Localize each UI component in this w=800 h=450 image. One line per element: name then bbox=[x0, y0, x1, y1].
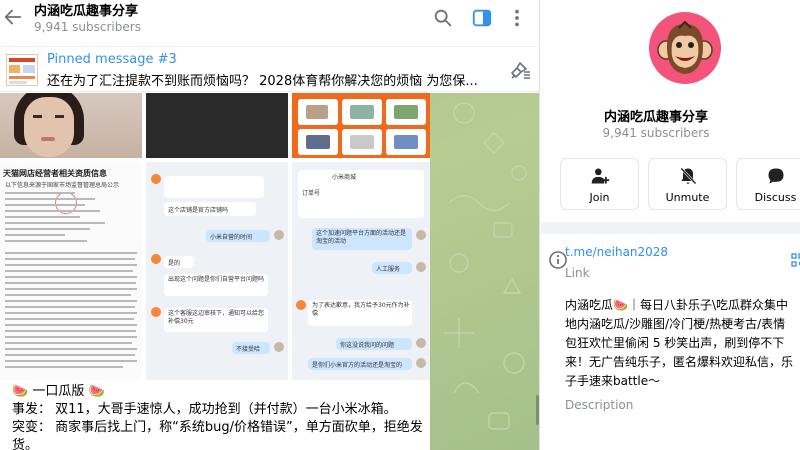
chat-bubble-icon bbox=[768, 168, 783, 184]
channel-post: 天猫网店经营者相关资质信息 以下信息来源于国家市场监督管理总局公示 这个店铺是官… bbox=[0, 93, 430, 450]
description-line: 包狂欢忙里偷闲 5 秒笑出声，刷到停不下 bbox=[565, 336, 785, 350]
photo-chat-screenshot-2[interactable]: 小米商城 订单号 这个加速问题平台方面的活动还是淘宝的活动 人工服务 为了表达歉… bbox=[292, 162, 430, 380]
pinned-label: Pinned message #3 bbox=[47, 52, 177, 67]
pinned-thumbnail bbox=[6, 54, 38, 86]
photo-dark[interactable] bbox=[146, 93, 288, 158]
chat2-bubble-5: 为了表达歉意，我方给予30元作为补偿 bbox=[312, 302, 410, 317]
caption-event: 事发： 双11，大哥手速惊人，成功抢到（并付款）一台小米冰箱。 bbox=[12, 402, 397, 417]
unmute-label: Unmute bbox=[665, 191, 710, 204]
photo-chat-screenshot-1[interactable]: 这个店铺是官方店铺吗 小米自营的时间 是的 出现这个问题是你们自营平台问题吗 这… bbox=[146, 162, 288, 380]
search-icon[interactable] bbox=[432, 7, 454, 29]
chat1-bubble-6: 不接受哈 bbox=[236, 346, 261, 353]
back-arrow-icon[interactable] bbox=[2, 6, 24, 28]
chat1-bubble-4: 出现这个问题是你们自营平台问题吗 bbox=[168, 276, 265, 283]
watermelon-icon: 🍉 bbox=[88, 384, 105, 399]
channel-avatar[interactable] bbox=[649, 12, 721, 84]
document-subtitle: 以下信息来源于国家市场监督管理总局公示 bbox=[5, 182, 120, 189]
join-label: Join bbox=[589, 191, 610, 204]
caption-title: 一口瓜版 bbox=[32, 384, 85, 399]
caption-reversal-cont: 货。 bbox=[12, 438, 39, 450]
watermelon-icon: 🍉 bbox=[12, 384, 29, 399]
more-menu-icon[interactable] bbox=[506, 7, 528, 29]
pinned-text: 还在为了汇注提款不到账而烦恼吗？ 2028体育帮你解决您的烦恼 为您保... bbox=[47, 74, 478, 89]
description-line: 子手速来battle～ bbox=[565, 374, 661, 388]
chat-scrollbar[interactable] bbox=[536, 395, 539, 425]
caption-reversal: 突变： 商家事后找上门，称“系统bug/价格错误”，单方面砍单，拒绝发 bbox=[12, 420, 423, 435]
description-line: 来！无广告纯乐子，匿名爆料欢迎私信，乐 bbox=[565, 355, 794, 369]
chat1-bubble-5: 这个客服这边审核下，通知可以给您补偿30元 bbox=[168, 310, 265, 325]
chat-header: 内涵吃瓜趣事分享 9,941 subscribers bbox=[0, 0, 539, 46]
channel-link[interactable]: t.me/neihan2028 bbox=[565, 245, 668, 259]
join-button[interactable]: Join bbox=[560, 158, 639, 210]
photo-license-document[interactable]: 天猫网店经营者相关资质信息 以下信息来源于国家市场监督管理总局公示 bbox=[0, 162, 142, 380]
photo-shop-listing[interactable] bbox=[292, 93, 430, 158]
sidebar-toggle-icon[interactable] bbox=[471, 7, 493, 29]
chat2-bubble-2: 订单号 bbox=[302, 190, 321, 197]
channel-description: 内涵吃瓜🍉｜每日八卦乐子\吃瓜群众集中 地内涵吃瓜/沙雕图/冷门梗/热梗考古/表… bbox=[565, 296, 800, 391]
info-channel-title: 内涵吃瓜趣事分享 bbox=[603, 110, 708, 125]
chat-subscribers: 9,941 subscribers bbox=[34, 20, 141, 34]
add-user-icon bbox=[591, 168, 609, 184]
unmute-button[interactable]: Unmute bbox=[648, 158, 727, 210]
chat2-bubble-7: 是你们小米官方的活动还是淘宝的 bbox=[312, 362, 403, 369]
qr-code-icon[interactable] bbox=[791, 253, 800, 269]
caption-title-line: 🍉 一口瓜版 🍉 bbox=[12, 383, 427, 401]
chat1-bubble-1: 这个店铺是官方店铺吗 bbox=[168, 207, 229, 214]
chat2-bubble-6: 你这没说我问的问题 bbox=[340, 342, 395, 349]
chat2-bubble-4: 人工服务 bbox=[376, 266, 401, 273]
discuss-button[interactable]: Discuss bbox=[736, 158, 800, 210]
section-divider bbox=[541, 222, 800, 234]
monkey-face-icon bbox=[657, 20, 713, 74]
photo-person[interactable] bbox=[0, 93, 142, 158]
chat2-bubble-3: 这个加速问题平台方面的活动还是淘宝的活动 bbox=[316, 230, 407, 245]
wallpaper-doodle-pattern bbox=[444, 102, 527, 430]
chat1-bubble-3: 是的 bbox=[168, 260, 181, 267]
chat1-bubble-2: 小米自营的时间 bbox=[210, 234, 253, 241]
chat2-bubble-1: 小米商城 bbox=[332, 174, 357, 181]
description-label: Description bbox=[565, 398, 634, 412]
document-title: 天猫网店经营者相关资质信息 bbox=[3, 169, 107, 178]
chat-title[interactable]: 内涵吃瓜趣事分享 bbox=[34, 0, 138, 19]
description-line: 地内涵吃瓜/沙雕图/冷门梗/热梗考古/表情 bbox=[565, 317, 786, 331]
info-subscribers: 9,941 subscribers bbox=[602, 126, 710, 140]
discuss-label: Discuss bbox=[754, 191, 797, 204]
pinned-message-bar[interactable]: Pinned message #3 还在为了汇注提款不到账而烦恼吗？ 2028体… bbox=[0, 46, 539, 92]
bell-off-icon bbox=[679, 167, 696, 185]
post-caption: 🍉 一口瓜版 🍉 事发： 双11，大哥手速惊人，成功抢到（并付款）一台小米冰箱。… bbox=[12, 383, 427, 450]
description-line: 内涵吃瓜🍉｜每日八卦乐子\吃瓜群众集中 bbox=[565, 298, 788, 312]
link-label: Link bbox=[565, 266, 590, 280]
pinned-list-icon[interactable] bbox=[508, 59, 532, 81]
chat-pane: 内涵吃瓜趣事分享 9,941 subscribers Pinned messag… bbox=[0, 0, 540, 450]
